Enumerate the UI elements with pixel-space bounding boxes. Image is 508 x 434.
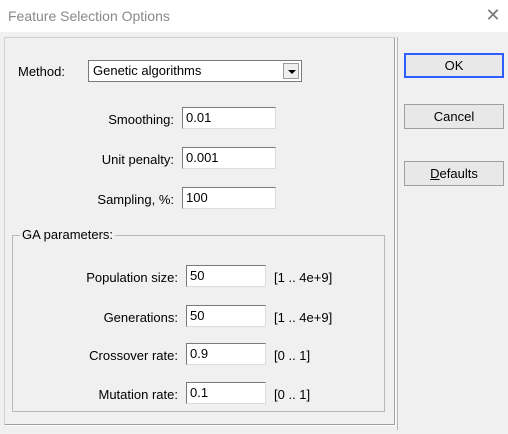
cancel-button[interactable]: Cancel [404, 104, 504, 129]
vertical-separator [397, 37, 398, 430]
ok-button[interactable]: OK [404, 53, 504, 78]
defaults-label-rest: efaults [439, 166, 478, 181]
dialog-client: Method: Genetic algorithms Smoothing: 0.… [0, 32, 508, 434]
method-select[interactable]: Genetic algorithms [88, 60, 302, 82]
generations-label: Generations: [103, 310, 178, 325]
population-size-input[interactable]: 50 [186, 265, 266, 287]
defaults-button[interactable]: Defaults [404, 161, 504, 186]
generations-range: [1 .. 4e+9] [274, 310, 333, 325]
defaults-mnemonic: D [430, 166, 440, 181]
mutation-rate-label: Mutation rate: [98, 387, 179, 402]
ga-parameters-title: GA parameters: [20, 227, 116, 242]
close-icon[interactable]: ✕ [484, 6, 502, 24]
population-size-label: Population size: [86, 270, 178, 285]
window-title: Feature Selection Options [8, 8, 170, 24]
sampling-input[interactable]: 100 [182, 187, 276, 209]
method-value: Genetic algorithms [93, 63, 202, 78]
mutation-rate-input[interactable]: 0.1 [186, 382, 266, 404]
smoothing-input[interactable]: 0.01 [182, 107, 276, 129]
chevron-down-icon[interactable] [283, 63, 299, 79]
title-bar: Feature Selection Options ✕ [0, 0, 508, 32]
population-size-range: [1 .. 4e+9] [274, 270, 333, 285]
mutation-rate-range: [0 .. 1] [274, 387, 311, 402]
method-label: Method: [18, 64, 65, 79]
unit-penalty-input[interactable]: 0.001 [182, 147, 276, 169]
generations-input[interactable]: 50 [186, 305, 266, 327]
unit-penalty-label: Unit penalty: [101, 152, 174, 167]
crossover-rate-range: [0 .. 1] [274, 348, 311, 363]
crossover-rate-input[interactable]: 0.9 [186, 343, 266, 365]
sampling-label: Sampling, %: [97, 192, 174, 207]
crossover-rate-label: Crossover rate: [89, 348, 178, 363]
smoothing-label: Smoothing: [108, 112, 174, 127]
